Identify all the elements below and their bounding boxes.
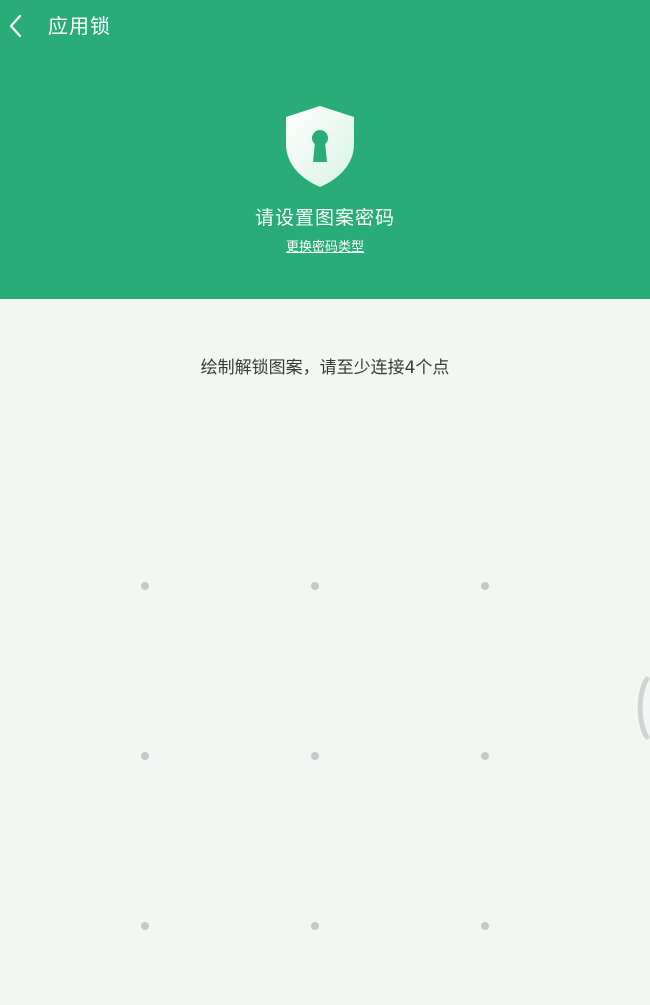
pattern-dot-7[interactable] <box>141 922 149 930</box>
pattern-dot-8[interactable] <box>311 922 319 930</box>
pattern-dot-9[interactable] <box>481 922 489 930</box>
pattern-dot-3[interactable] <box>481 582 489 590</box>
pattern-dot-2[interactable] <box>311 582 319 590</box>
change-password-type-link[interactable]: 更换密码类型 <box>286 240 364 255</box>
edge-handle-icon[interactable] <box>633 676 650 740</box>
shield-keyhole-icon <box>286 106 354 187</box>
page-title: 应用锁 <box>48 14 111 38</box>
pattern-dot-4[interactable] <box>141 752 149 760</box>
pattern-dot-5[interactable] <box>311 752 319 760</box>
change-password-type-link-row: 更换密码类型 <box>0 238 650 258</box>
pattern-dot-1[interactable] <box>141 582 149 590</box>
pattern-dot-6[interactable] <box>481 752 489 760</box>
back-button[interactable] <box>0 0 40 52</box>
pattern-grid[interactable] <box>60 500 570 1005</box>
header-prompt: 请设置图案密码 <box>254 207 395 229</box>
pattern-instruction: 绘制解锁图案，请至少连接4个点 <box>200 358 450 378</box>
chevron-left-icon <box>9 14 22 38</box>
header-bar: 应用锁 请设置图案密码 更换密码类型 <box>0 0 650 299</box>
